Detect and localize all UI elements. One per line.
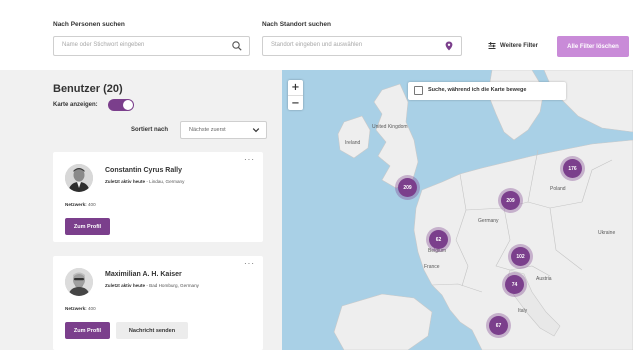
map-cluster[interactable]: 74	[505, 275, 524, 294]
person-name[interactable]: Maximilian A. H. Kaiser	[105, 271, 182, 278]
search-icon[interactable]	[231, 40, 243, 52]
person-last-active: Zuletzt aktiv heute	[105, 179, 146, 184]
map-cluster[interactable]: 102	[511, 247, 530, 266]
zoom-out-button[interactable]: −	[288, 95, 303, 110]
map-label-germany: Germany	[478, 218, 499, 224]
person-network: Netzwerk: 400	[65, 306, 96, 311]
more-options-icon[interactable]: ···	[244, 259, 255, 268]
zoom-in-button[interactable]: +	[288, 80, 303, 95]
search-while-moving-control[interactable]: Suche, während ich die Karte bewege	[408, 82, 566, 100]
person-name[interactable]: Constantin Cyrus Rally	[105, 167, 182, 174]
map-label-ukraine: Ukraine	[598, 230, 616, 236]
person-search-input[interactable]: Name oder Stichwort eingeben	[53, 36, 250, 56]
person-network-label: Netzwerk:	[65, 306, 87, 311]
location-search-label: Nach Standort suchen	[262, 21, 331, 28]
avatar	[65, 268, 93, 296]
map-label-austria: Austria	[536, 276, 552, 282]
person-card: ··· Maximilian A. H. Kaiser Zuletzt akti…	[53, 256, 263, 350]
user-list-panel: Benutzer (20) Karte anzeigen: Sortiert n…	[0, 70, 282, 350]
avatar	[65, 164, 93, 192]
location-pin-icon[interactable]	[443, 40, 455, 52]
more-filters-button[interactable]: Weitere Filter	[474, 36, 552, 56]
view-profile-button[interactable]: Zum Profil	[65, 218, 110, 235]
search-while-moving-label: Suche, während ich die Karte bewege	[428, 87, 527, 93]
map-label-france: France	[424, 264, 440, 270]
map-cluster[interactable]: 209	[501, 191, 520, 210]
map-label-poland: Poland	[550, 186, 566, 192]
person-location: Zuletzt aktiv heute - Bad Homburg, Germa…	[105, 283, 199, 288]
europe-map[interactable]	[282, 70, 633, 350]
more-options-icon[interactable]: ···	[244, 155, 255, 164]
map-label-ireland: Ireland	[345, 140, 361, 146]
user-count-title: Benutzer (20)	[53, 83, 123, 95]
filter-icon	[488, 42, 496, 49]
map-cluster[interactable]: 67	[489, 316, 508, 335]
sort-label: Sortiert nach	[131, 127, 169, 133]
person-last-active: Zuletzt aktiv heute	[105, 283, 146, 288]
chevron-down-icon	[252, 128, 260, 133]
sort-select-value: Nächste zuerst	[189, 127, 226, 133]
map-cluster[interactable]: 176	[563, 159, 582, 178]
person-search-placeholder: Name oder Stichwort eingeben	[62, 42, 145, 48]
search-while-moving-checkbox[interactable]	[414, 86, 423, 95]
view-profile-button[interactable]: Zum Profil	[65, 322, 110, 339]
person-network-value: 400	[87, 306, 96, 311]
map-view[interactable]: + − Suche, während ich die Karte bewege …	[282, 70, 633, 350]
zoom-controls: + −	[288, 80, 303, 110]
person-city: - Bad Homburg, Germany	[146, 283, 199, 288]
map-cluster[interactable]: 62	[429, 230, 448, 249]
more-filters-label: Weitere Filter	[500, 43, 538, 49]
person-search-label: Nach Personen suchen	[53, 21, 125, 28]
person-card: ··· Constantin Cyrus Rally Zuletzt aktiv…	[53, 152, 263, 242]
map-cluster[interactable]: 209	[398, 178, 417, 197]
toggle-knob	[123, 100, 133, 110]
sort-select[interactable]: Nächste zuerst	[180, 121, 267, 139]
person-network-value: 400	[87, 202, 96, 207]
person-location: Zuletzt aktiv heute - Lindau, Germany	[105, 179, 184, 184]
map-label-italy: Italy	[518, 308, 528, 314]
show-map-label: Karte anzeigen:	[53, 102, 98, 108]
person-network: Netzwerk: 400	[65, 202, 96, 207]
person-city: - Lindau, Germany	[146, 179, 185, 184]
show-map-toggle[interactable]	[108, 99, 134, 111]
location-search-placeholder: Standort eingeben und auswählen	[271, 42, 363, 48]
reset-filters-button[interactable]: Alle Filter löschen	[557, 36, 629, 57]
location-search-input[interactable]: Standort eingeben und auswählen	[262, 36, 462, 56]
send-message-button[interactable]: Nachricht senden	[116, 322, 188, 339]
person-network-label: Netzwerk:	[65, 202, 87, 207]
search-bar: Nach Personen suchen Name oder Stichwort…	[0, 0, 633, 70]
map-label-united-kingdom: United Kingdom	[372, 124, 408, 130]
